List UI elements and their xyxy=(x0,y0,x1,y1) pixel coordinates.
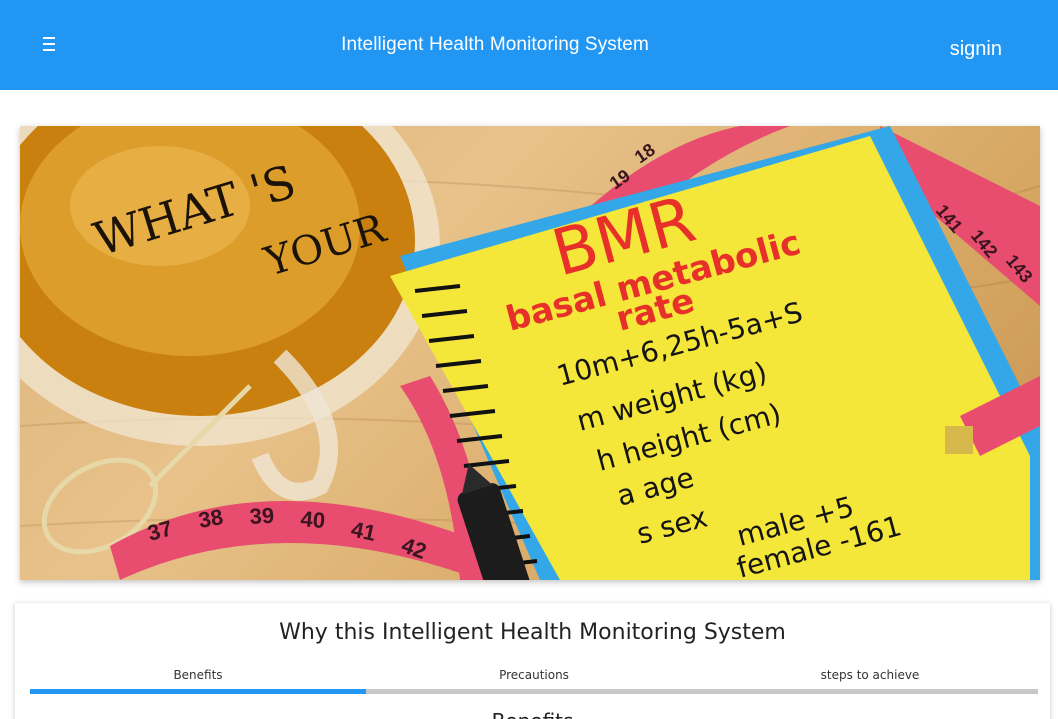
tape-number: 40 xyxy=(300,506,327,533)
tape-number: 38 xyxy=(197,504,225,533)
signin-button[interactable]: signin xyxy=(950,38,1002,61)
info-card: Why this Intelligent Health Monitoring S… xyxy=(15,603,1050,719)
tab-panel-title: Benefits xyxy=(15,709,1050,719)
app-title: Intelligent Health Monitoring System xyxy=(341,34,649,55)
tape-number: 39 xyxy=(249,503,275,529)
tab-steps-to-achieve[interactable]: steps to achieve xyxy=(702,665,1038,691)
app-bar: Intelligent Health Monitoring System sig… xyxy=(0,0,1058,90)
tab-benefits[interactable]: Benefits xyxy=(30,665,366,691)
hero-bmr-image: WHAT 'S YOUR 37 38 39 40 41 42 18 19 141… xyxy=(20,126,1040,580)
card-title: Why this Intelligent Health Monitoring S… xyxy=(279,620,786,645)
tab-precautions[interactable]: Precautions xyxy=(366,665,702,691)
active-tab-indicator xyxy=(30,689,366,694)
tape-number: 41 xyxy=(349,516,378,546)
tab-bar: Benefits Precautions steps to achieve xyxy=(30,665,1038,695)
